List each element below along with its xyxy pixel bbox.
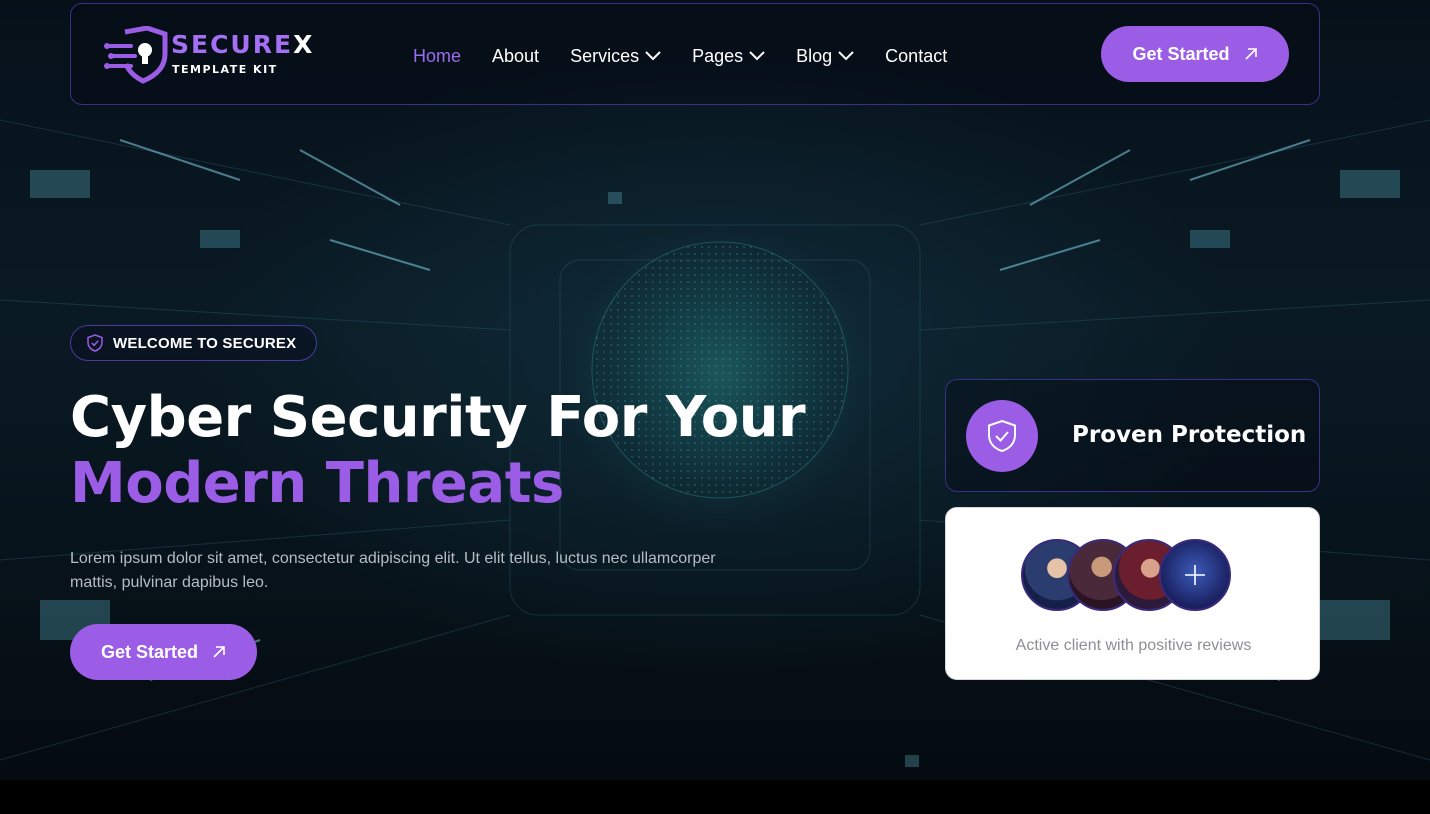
clients-caption: Active client with positive reviews [1015, 637, 1252, 654]
shield-badge [966, 400, 1038, 472]
nav-item-label: Pages [692, 45, 744, 66]
add-client-button[interactable] [1159, 539, 1231, 611]
hero-title: Cyber Security For Your Modern Threats [70, 385, 830, 517]
arrow-up-right-icon [1244, 48, 1257, 60]
footer-strip [0, 780, 1430, 814]
nav-item-label: Home [413, 45, 462, 66]
logo-tagline: TEMPLATE KIT [172, 63, 278, 76]
hero-get-started-button[interactable]: Get Started [70, 624, 257, 680]
nav-item-label: Contact [885, 45, 948, 66]
proven-protection-card: Proven Protection [945, 379, 1320, 492]
site-header: SECUREX TEMPLATE KIT Home About Services… [70, 3, 1320, 105]
logo-wordmark-x: X [293, 30, 315, 59]
nav-item-services[interactable]: Services [570, 46, 661, 67]
chevron-down-icon [749, 51, 765, 61]
proven-protection-label: Proven Protection [1072, 422, 1307, 448]
nav-item-label: About [492, 45, 540, 66]
chevron-down-icon [838, 51, 854, 61]
nav-item-home[interactable]: Home [413, 46, 461, 67]
arrow-up-right-icon [213, 646, 225, 658]
main-nav: Home About Services Pages Blog Contact [413, 42, 978, 70]
shield-check-icon [87, 334, 103, 352]
button-label: Get Started [100, 641, 199, 662]
chevron-down-icon [645, 51, 661, 61]
active-clients-card: Active client with positive reviews [945, 507, 1320, 680]
nav-item-blog[interactable]: Blog [796, 46, 854, 67]
nav-item-about[interactable]: About [492, 46, 539, 67]
lock-shield-icon [104, 26, 168, 84]
header-get-started-button[interactable]: Get Started [1101, 26, 1289, 82]
brand-logo[interactable]: SECUREX TEMPLATE KIT [101, 26, 312, 84]
hero-lead: Lorem ipsum dolor sit amet, consectetur … [70, 550, 716, 591]
nav-item-contact[interactable]: Contact [885, 46, 947, 67]
logo-wordmark: SECUREX [171, 30, 314, 59]
welcome-badge: WELCOME TO SECUREX [70, 325, 317, 361]
hero-title-line1: Cyber Security For Your [70, 385, 806, 450]
nav-item-pages[interactable]: Pages [692, 46, 765, 67]
welcome-badge-label: WELCOME TO SECUREX [113, 334, 297, 352]
nav-item-label: Services [570, 45, 640, 66]
hero-title-line2: Modern Threats [70, 451, 564, 516]
plus-icon [1185, 565, 1205, 585]
avatar-stack [1021, 539, 1231, 611]
button-label: Get Started [1132, 43, 1230, 64]
shield-check-icon [988, 419, 1016, 453]
logo-wordmark-main: SECURE [171, 30, 294, 59]
nav-item-label: Blog [796, 45, 833, 66]
